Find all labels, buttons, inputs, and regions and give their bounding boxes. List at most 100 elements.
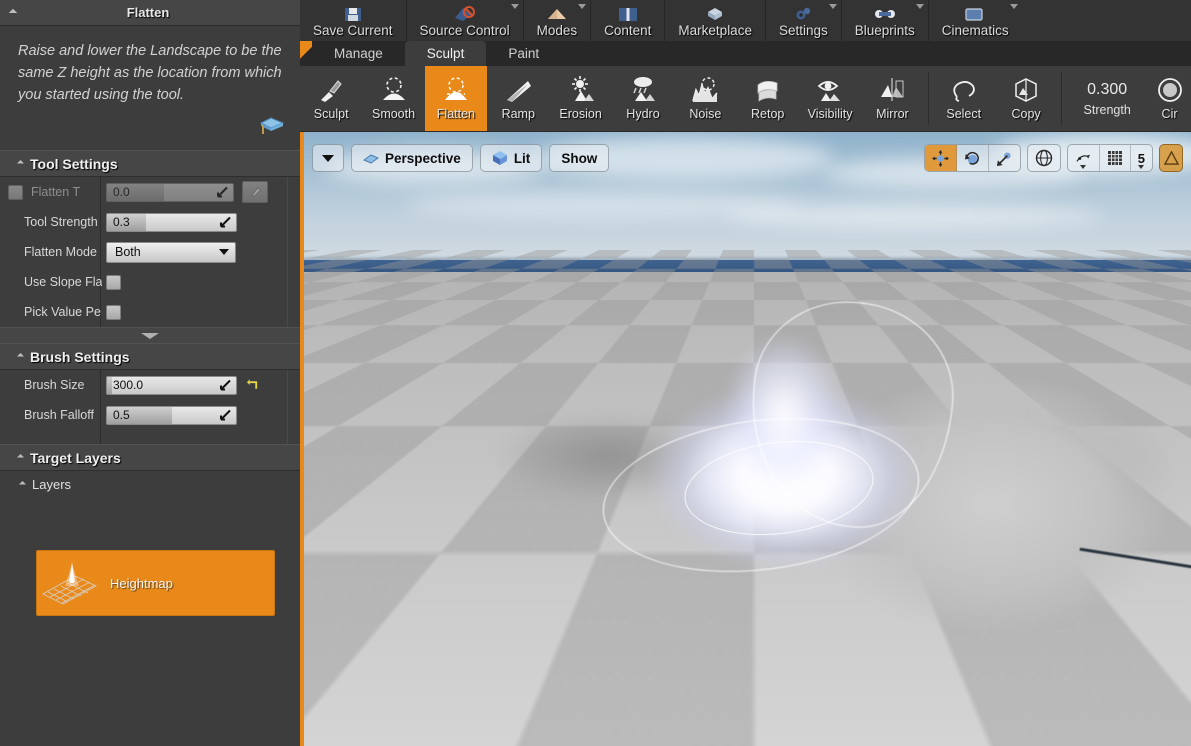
heightmap-thumbnail-icon: [39, 556, 101, 610]
brush-falloff-label: Brush Falloff: [0, 408, 102, 422]
viewport-options-button[interactable]: [312, 144, 344, 172]
tab-paint[interactable]: Paint: [486, 41, 561, 66]
layers-subgroup-header[interactable]: Layers: [0, 471, 300, 497]
brush-falloff-input[interactable]: 0.5: [106, 406, 237, 425]
tab-manage[interactable]: Manage: [312, 41, 405, 66]
show-flags-button[interactable]: Show: [549, 144, 609, 172]
toolbar-label: Save Current: [313, 23, 393, 38]
cinematics-icon: [962, 6, 988, 22]
toolbar-modes[interactable]: Modes: [524, 0, 592, 41]
flatten-target-value: 0.0: [107, 185, 130, 199]
tool-copy[interactable]: Copy: [995, 66, 1057, 131]
surface-snap-button[interactable]: [1068, 145, 1100, 171]
tool-smooth[interactable]: Smooth: [362, 66, 424, 131]
viewport-warning-button[interactable]: [1159, 144, 1183, 172]
reset-to-default-icon[interactable]: [246, 378, 259, 392]
chevron-down-icon[interactable]: [511, 4, 519, 9]
flatten-target-input[interactable]: 0.0: [106, 183, 234, 202]
tool-hydro[interactable]: Hydro: [612, 66, 674, 131]
landscape-tool-panel: Flatten Raise and lower the Landscape to…: [0, 0, 300, 746]
tool-brush-falloff-circle[interactable]: Cir: [1148, 66, 1191, 131]
tool-label: Copy: [1012, 107, 1041, 121]
toolbar-label: Settings: [779, 23, 828, 38]
tool-strength-value: 0.3: [107, 215, 130, 229]
tool-erosion[interactable]: Erosion: [549, 66, 611, 131]
grid-snap-value[interactable]: 5: [1131, 145, 1152, 171]
pick-value-label: Pick Value Pe: [0, 305, 102, 319]
brush-settings-section-header[interactable]: Brush Settings: [0, 343, 300, 370]
chevron-down-icon[interactable]: [829, 4, 837, 9]
grid-snap-button[interactable]: [1100, 145, 1131, 171]
tool-retopologize[interactable]: Retop: [737, 66, 799, 131]
toolbar-blueprints[interactable]: Blueprints: [842, 0, 929, 41]
world-space-button[interactable]: [1028, 145, 1060, 171]
tool-label: Smooth: [372, 107, 415, 121]
section-collapse-icon[interactable]: [17, 160, 24, 167]
scale-gizmo-button[interactable]: [989, 145, 1020, 171]
tool-strength-input[interactable]: 0.3: [106, 213, 237, 232]
target-layers-title: Target Layers: [30, 450, 121, 466]
toolbar-cinematics[interactable]: Cinematics: [929, 0, 1022, 41]
viewport-3d-scene[interactable]: [304, 132, 1191, 746]
layers-subgroup-label: Layers: [32, 477, 71, 492]
brush-size-input[interactable]: 300.0: [106, 376, 237, 395]
toolbar-marketplace[interactable]: Marketplace: [665, 0, 766, 41]
chevron-down-icon[interactable]: [1010, 4, 1018, 9]
toolbar-label: Content: [604, 23, 651, 38]
camera-mode-button[interactable]: Perspective: [351, 144, 473, 172]
property-row-tool-strength: Tool Strength 0.3: [0, 207, 300, 237]
tool-settings-section-header[interactable]: Tool Settings: [0, 150, 300, 177]
tool-flatten[interactable]: Flatten: [425, 66, 487, 131]
flatten-target-checkbox[interactable]: [8, 185, 23, 200]
toolbar-save-current[interactable]: Save Current: [300, 0, 407, 41]
tool-visibility[interactable]: Visibility: [799, 66, 861, 131]
target-layers-section-header[interactable]: Target Layers: [0, 444, 300, 471]
documentation-icon[interactable]: [258, 114, 284, 140]
tool-mirror[interactable]: Mirror: [861, 66, 923, 131]
toolbar-content[interactable]: Content: [591, 0, 665, 41]
viewport-toolbar-right: 5: [924, 144, 1183, 172]
save-icon: [341, 6, 365, 22]
chevron-down-icon: [1080, 165, 1086, 169]
show-more-settings-bar[interactable]: [0, 327, 300, 343]
circle-brush-icon: [1155, 75, 1185, 105]
property-row-flatten-mode: Flatten Mode Both: [0, 237, 300, 267]
tool-ramp[interactable]: Ramp: [487, 66, 549, 131]
section-collapse-icon[interactable]: [17, 454, 24, 461]
chevron-down-icon[interactable]: [578, 4, 586, 9]
tool-label: Flatten: [437, 107, 475, 121]
toolbar-source-control[interactable]: Source Control: [407, 0, 524, 41]
content-icon: [616, 6, 640, 22]
translate-gizmo-button[interactable]: [925, 145, 957, 171]
use-slope-flatten-label: Use Slope Fla: [0, 275, 102, 289]
drag-grip-icon: [220, 380, 231, 391]
section-collapse-icon[interactable]: [17, 353, 24, 360]
tool-sculpt[interactable]: Sculpt: [300, 66, 362, 131]
tool-noise[interactable]: Noise: [674, 66, 736, 131]
chevron-down-icon[interactable]: [916, 4, 924, 9]
pick-value-checkbox[interactable]: [106, 305, 121, 320]
flatten-mode-label: Flatten Mode: [0, 245, 102, 259]
level-viewport[interactable]: Perspective Lit Show 5: [300, 132, 1191, 746]
tool-label: Visibility: [808, 107, 853, 121]
tool-select[interactable]: Select: [933, 66, 995, 131]
visibility-eye-icon: [815, 75, 845, 105]
tool-label: Noise: [689, 107, 721, 121]
chevron-down-icon: [141, 333, 159, 339]
rotate-gizmo-icon: [964, 150, 981, 167]
flatten-mode-value: Both: [115, 245, 141, 259]
lighting-mode-button[interactable]: Lit: [480, 144, 543, 172]
tool-strength-display[interactable]: 0.300 Strength: [1066, 66, 1148, 131]
target-layer-heightmap[interactable]: Heightmap: [36, 550, 275, 616]
ramp-icon: [503, 75, 533, 105]
flatten-mode-dropdown[interactable]: Both: [106, 242, 236, 263]
world-globe-icon: [1035, 149, 1053, 167]
rotate-gizmo-button[interactable]: [957, 145, 989, 171]
tab-sculpt[interactable]: Sculpt: [405, 41, 487, 66]
subgroup-collapse-icon[interactable]: [19, 480, 26, 487]
mirror-icon: [877, 75, 907, 105]
viewport-options-caret: [322, 155, 334, 162]
use-slope-flatten-checkbox[interactable]: [106, 275, 121, 290]
eyedropper-pick-button[interactable]: [242, 181, 268, 203]
toolbar-settings[interactable]: Settings: [766, 0, 842, 41]
